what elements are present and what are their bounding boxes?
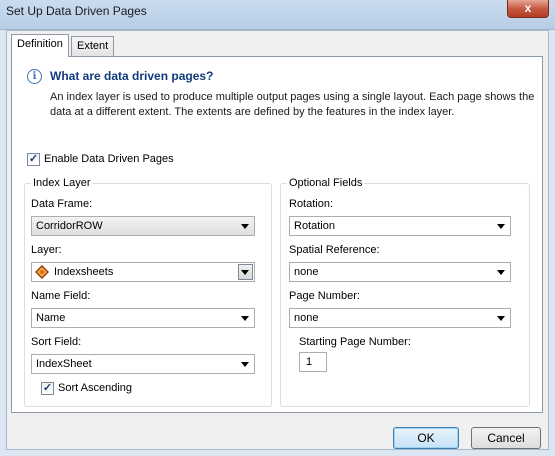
close-button[interactable]: x [507, 0, 549, 18]
ok-button[interactable]: OK [393, 427, 459, 449]
info-heading: What are data driven pages? [50, 69, 214, 83]
chevron-down-icon [241, 224, 249, 229]
chevron-down-icon [241, 270, 249, 275]
sort-field-select[interactable]: IndexSheet [31, 354, 255, 374]
dropdown-button[interactable] [238, 264, 253, 280]
layer-label: Layer: [31, 244, 62, 256]
name-field-label: Name Field: [31, 290, 91, 302]
layer-select[interactable]: Indexsheets [31, 262, 255, 282]
starting-page-value: 1 [306, 356, 313, 368]
spatial-reference-select[interactable]: none [289, 262, 511, 282]
info-description: An index layer is used to produce multip… [50, 91, 535, 118]
rotation-value: Rotation [294, 220, 335, 232]
definition-panel: i What are data driven pages? An index l… [11, 56, 543, 413]
sort-field-label: Sort Field: [31, 336, 82, 348]
ok-label: OK [417, 431, 435, 445]
title-bar[interactable]: Set Up Data Driven Pages x [0, 0, 555, 30]
spatial-reference-label: Spatial Reference: [289, 244, 380, 256]
check-icon: ✓ [42, 382, 53, 394]
data-frame-value: CorridorROW [36, 220, 103, 232]
chevron-down-icon [241, 362, 249, 367]
name-field-value: Name [36, 312, 66, 324]
enable-ddp-label[interactable]: Enable Data Driven Pages [44, 153, 174, 165]
rotation-label: Rotation: [289, 198, 334, 210]
tab-extent-label: Extent [77, 40, 109, 52]
chevron-down-icon [497, 316, 505, 321]
tab-extent[interactable]: Extent [71, 36, 115, 56]
polygon-layer-icon [35, 265, 49, 279]
optional-fields-group: Optional Fields Rotation: Rotation Spati… [280, 177, 530, 407]
index-layer-title: Index Layer [31, 177, 93, 189]
tab-definition-label: Definition [17, 38, 63, 50]
page-number-label: Page Number: [289, 290, 360, 302]
page-number-value: none [294, 312, 319, 324]
data-frame-select[interactable]: CorridorROW [31, 216, 255, 236]
index-layer-group: Index Layer Data Frame: CorridorROW Laye… [24, 177, 272, 407]
cancel-label: Cancel [487, 431, 525, 445]
page-number-select[interactable]: none [289, 308, 511, 328]
chevron-down-icon [241, 316, 249, 321]
chevron-down-icon [497, 270, 505, 275]
sort-field-value: IndexSheet [36, 358, 92, 370]
optional-fields-title: Optional Fields [287, 177, 365, 189]
tab-definition[interactable]: Definition [11, 34, 69, 57]
starting-page-label: Starting Page Number: [299, 336, 411, 348]
cancel-button[interactable]: Cancel [471, 427, 541, 449]
chevron-down-icon [497, 224, 505, 229]
spatial-reference-value: none [294, 266, 319, 278]
window-title: Set Up Data Driven Pages [6, 4, 147, 18]
info-icon: i [27, 69, 42, 84]
check-icon: ✓ [28, 153, 39, 165]
starting-page-input[interactable]: 1 [299, 352, 327, 372]
name-field-select[interactable]: Name [31, 308, 255, 328]
sort-ascending-checkbox[interactable]: ✓ [41, 382, 54, 395]
close-icon: x [524, 1, 532, 15]
data-frame-label: Data Frame: [31, 198, 93, 210]
enable-ddp-checkbox[interactable]: ✓ [27, 153, 40, 166]
layer-value: Indexsheets [54, 266, 114, 278]
sort-ascending-label[interactable]: Sort Ascending [58, 382, 132, 394]
rotation-select[interactable]: Rotation [289, 216, 511, 236]
dialog-body: Definition Extent i What are data driven… [6, 30, 549, 450]
